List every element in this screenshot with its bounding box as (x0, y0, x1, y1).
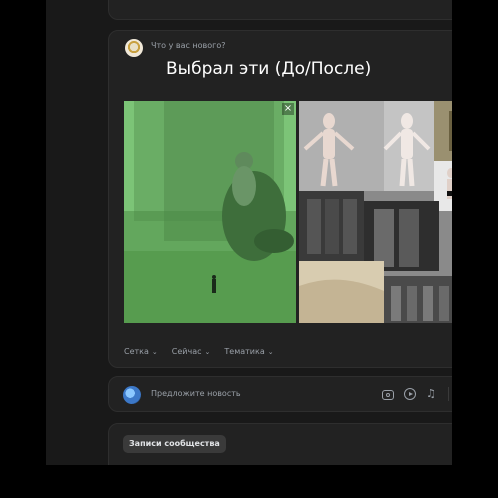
collage-scene (299, 101, 452, 323)
attached-image-before[interactable]: × (124, 101, 296, 323)
composer-prompt[interactable]: Что у вас нового? (151, 41, 226, 50)
music-icon[interactable]: ♫ (426, 388, 438, 400)
remove-image-button[interactable]: × (282, 103, 294, 115)
previous-card (108, 0, 452, 20)
filter-now[interactable]: Сейчас ⌄ (172, 347, 211, 356)
chevron-down-icon: ⌄ (151, 348, 158, 356)
community-records-tab[interactable]: Записи сообщества (123, 435, 226, 453)
attach-icons: ♫ (382, 387, 452, 401)
overlay-caption: Выбрал эти (До/После) (166, 59, 372, 79)
post-composer: Что у вас нового? × Сетка ⌄ Сейчас ⌄ Тем… (108, 30, 452, 368)
filter-grid[interactable]: Сетка ⌄ (124, 347, 158, 356)
chevron-down-icon: ⌄ (204, 348, 211, 356)
composer-filters: Сетка ⌄ Сейчас ⌄ Тематика ⌄ (124, 347, 274, 356)
community-avatar[interactable] (125, 39, 143, 57)
filter-topic[interactable]: Тематика ⌄ (224, 347, 273, 356)
user-avatar[interactable] (123, 386, 141, 404)
suggest-news-bar: Предложите новость ♫ (108, 376, 452, 412)
chevron-down-icon: ⌄ (267, 348, 274, 356)
attached-image-after[interactable]: × (299, 101, 452, 323)
video-icon[interactable] (404, 388, 416, 400)
community-records-card: Записи сообщества (108, 423, 452, 465)
suggest-news-input[interactable]: Предложите новость (151, 389, 241, 398)
green-giant-scene (124, 101, 296, 323)
divider (448, 387, 449, 401)
camera-icon[interactable] (382, 390, 394, 400)
